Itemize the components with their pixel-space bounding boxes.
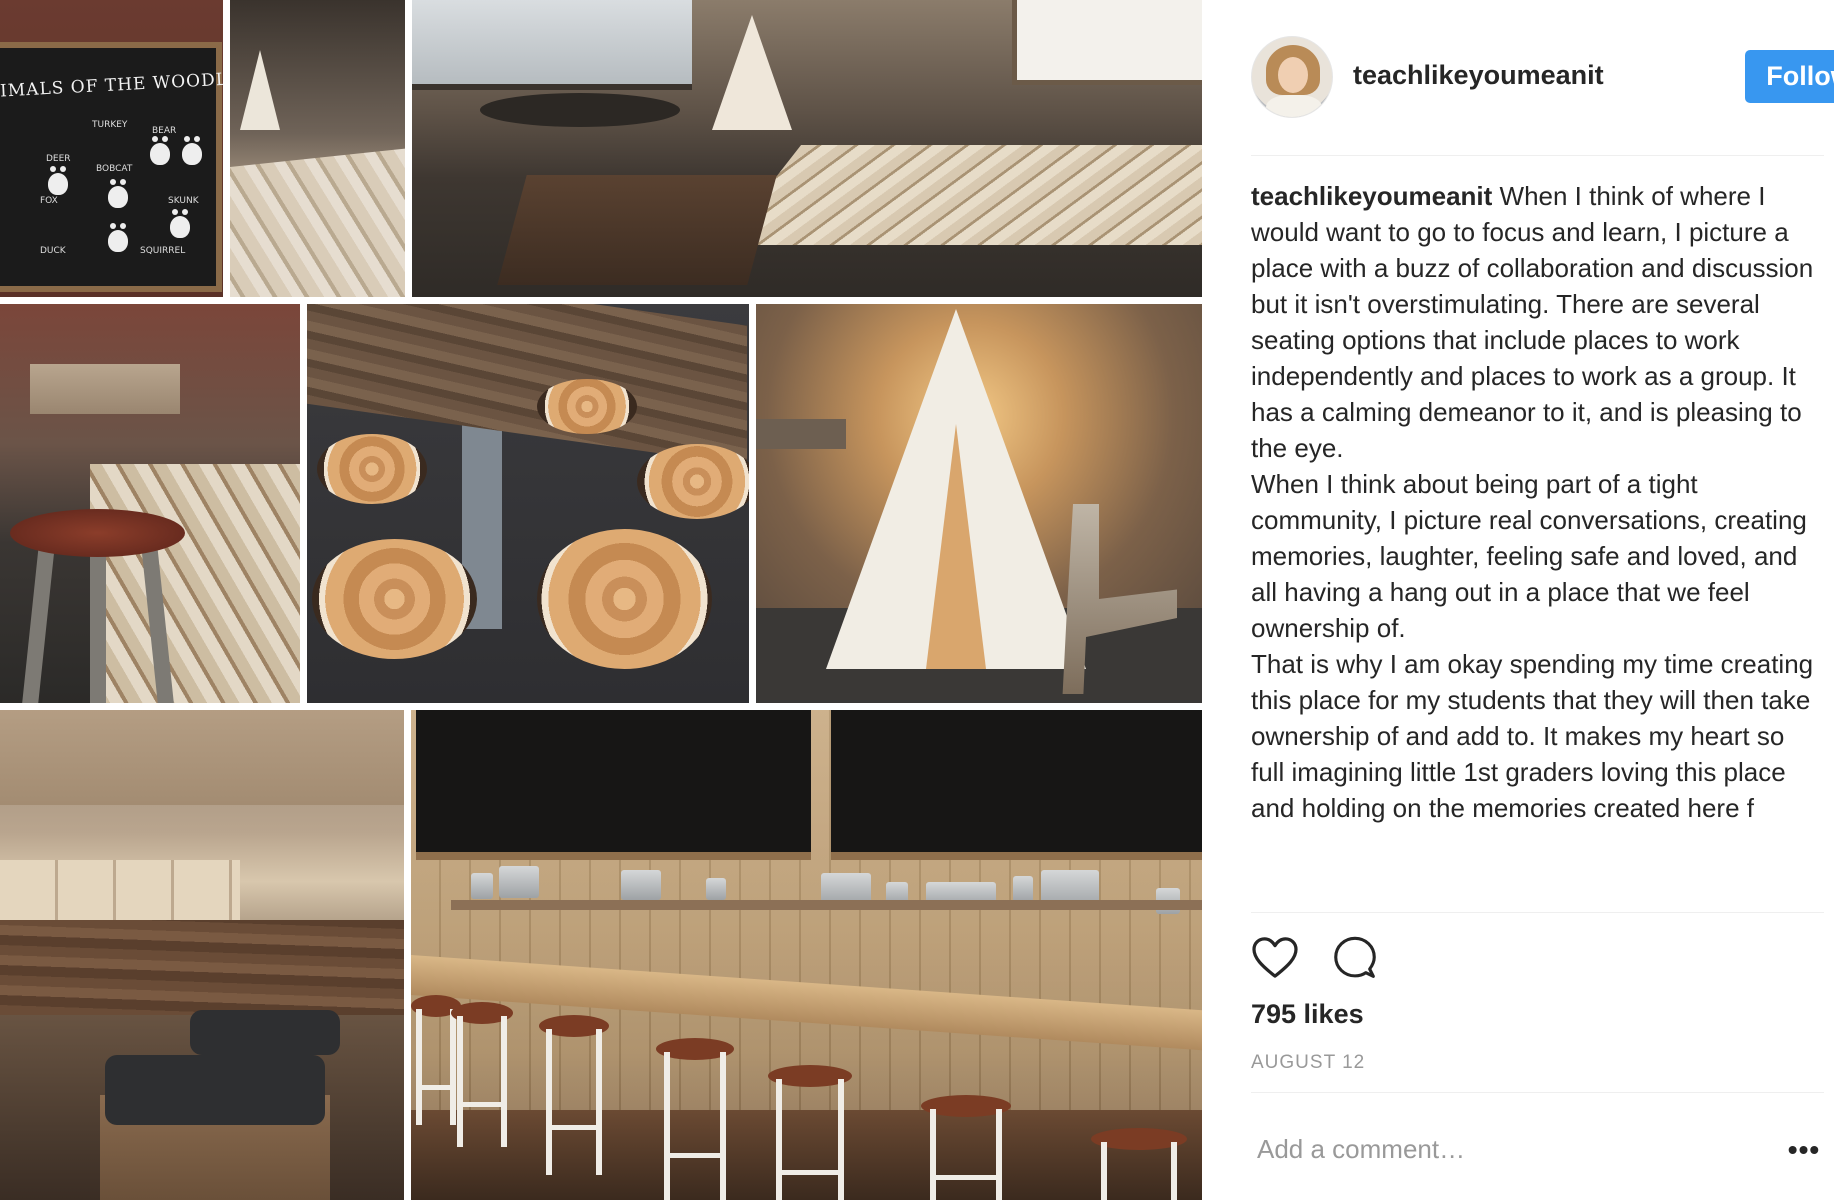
log-seat [317,434,427,504]
bobcat-paw-icon [108,179,128,208]
whiteboard [1012,0,1202,85]
caption: teachlikeyoumeanit When I think of where… [1251,178,1824,826]
bar-stool [451,1002,513,1147]
post-header: teachlikeyoumeanit Follow [1251,36,1834,118]
photo-table-cushions [0,710,404,1200]
photo-table-log-seats [307,304,749,703]
chalkboard-label: DUCK [40,246,66,256]
wall-cabinets [0,710,404,805]
cabinets [30,364,180,414]
caption-container[interactable]: teachlikeyoumeanit When I think of where… [1251,178,1824,912]
post-actions [1251,934,1451,984]
chevron-rug [722,145,1202,245]
log-seat [537,529,712,669]
shelf [451,900,1202,910]
photo-room-stool [0,304,300,703]
divider [1251,1092,1824,1093]
comment-box: ••• [1251,1110,1824,1192]
bar-stool [539,1015,609,1175]
oval-table [480,93,680,127]
chalkboard-label: BEAR [152,126,177,136]
username-link[interactable]: teachlikeyoumeanit [1353,60,1604,91]
teepee [712,15,792,130]
caption-text: When I think of where I would want to go… [1251,181,1814,823]
log-seat [537,379,637,434]
bear-paw-icon [182,136,202,165]
avatar[interactable] [1251,36,1333,118]
likes-count[interactable]: 795 likes [1251,999,1364,1030]
squirrel-paw-icon [108,223,128,252]
more-options-icon[interactable]: ••• [1784,1130,1824,1170]
fox-paw-icon [48,166,68,195]
chalkboard-title: IMALS OF THE WOODLANDS [0,66,223,102]
wood-table [497,175,777,285]
metal-pail [1013,876,1033,902]
heart-icon[interactable] [1251,934,1299,982]
photo-chalkboard-animals: IMALS OF THE WOODLANDS TURKEY BEAR DEER … [0,0,223,297]
log-seat [312,539,477,659]
divider [1251,155,1824,156]
chalkboard [831,710,1202,860]
stool-leg [90,549,106,703]
post-side-panel: teachlikeyoumeanit Follow teachlikeyoume… [1202,0,1834,1200]
photo-bar-stools [411,710,1202,1200]
comment-bubble-icon[interactable] [1331,934,1379,982]
comment-input[interactable] [1251,1124,1751,1174]
post-photo-collage[interactable]: IMALS OF THE WOODLANDS TURKEY BEAR DEER … [0,0,1202,1200]
teepee-opening [926,424,986,669]
chalkboard: IMALS OF THE WOODLANDS TURKEY BEAR DEER … [0,42,223,292]
window [412,0,692,90]
chalkboard-label: SKUNK [168,196,199,206]
chalkboard [416,710,811,860]
seat-cushion [105,1055,325,1125]
caption-username-link[interactable]: teachlikeyoumeanit [1251,181,1492,211]
rug [230,144,405,297]
seat-cushion [190,1010,340,1055]
photo-teepee-closeup [756,304,1202,703]
chalkboard-label: DEER [46,154,71,164]
table-top [0,920,404,1015]
chalkboard-label: BOBCAT [96,164,133,174]
bear-paw-icon [150,136,170,165]
chalkboard-label: SQUIRREL [140,246,186,256]
bar-stool [656,1038,734,1200]
bar-stool [1091,1128,1187,1200]
stool-leg [21,548,55,703]
metal-pail [471,873,493,899]
metal-pail [621,870,661,900]
follow-button[interactable]: Follow [1745,50,1834,103]
teepee [240,50,280,130]
log-seat [637,444,749,519]
photo-classroom-wide [412,0,1202,297]
chalkboard-label: FOX [40,196,58,206]
post-date[interactable]: AUGUST 12 [1251,1052,1365,1074]
divider [1251,912,1824,913]
photo-room-teepee-small [230,0,405,297]
metal-pail [499,866,539,898]
metal-pail [706,878,726,900]
bar-stool [768,1065,852,1200]
chalkboard-label: TURKEY [92,120,128,130]
rug [90,464,300,703]
skunk-paw-icon [170,209,190,238]
bar-stool [921,1095,1011,1200]
stool-seat [10,509,185,557]
